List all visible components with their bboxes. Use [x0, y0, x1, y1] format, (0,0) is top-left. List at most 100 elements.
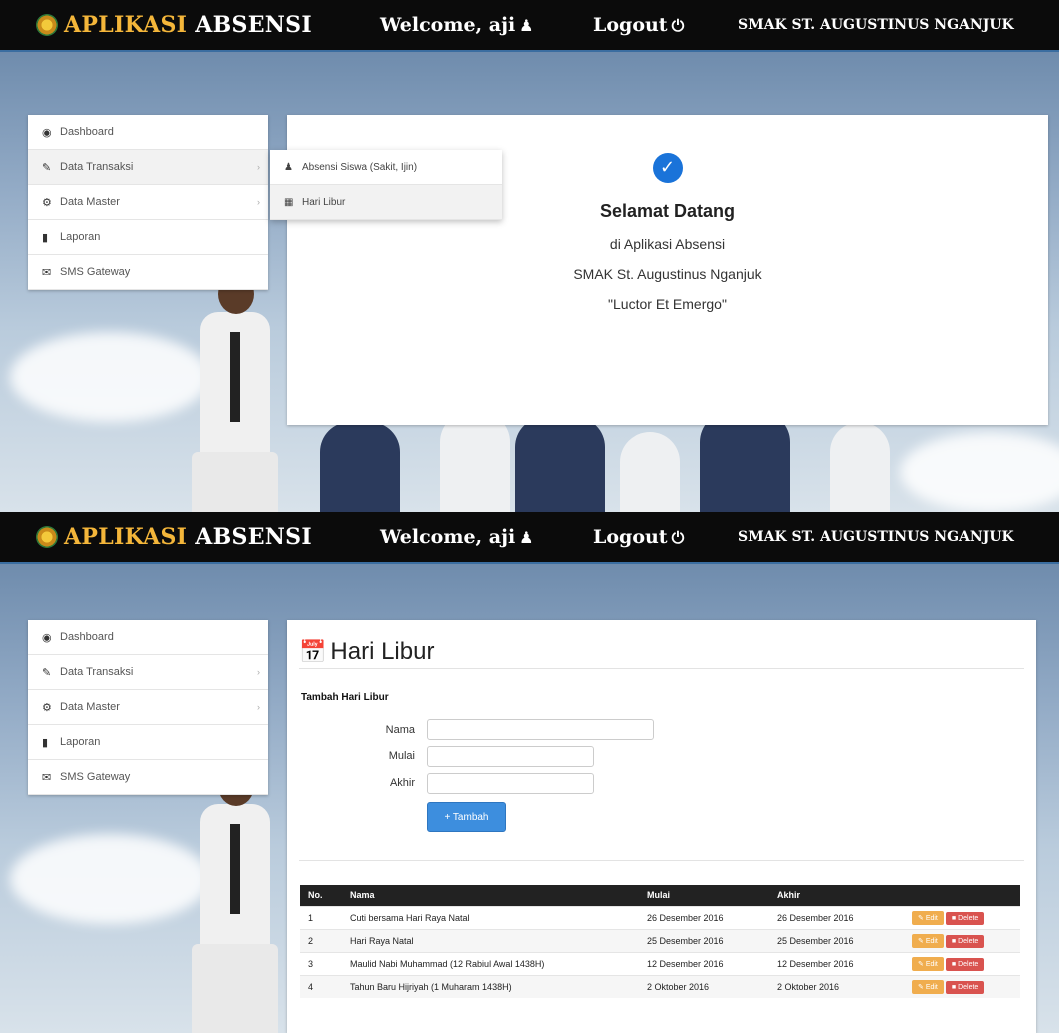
cell-mulai: 12 Desember 2016 [639, 951, 769, 975]
sidebar-item-sms-gateway[interactable]: ✉ SMS Gateway [28, 255, 268, 290]
cell-no: 4 [300, 974, 342, 998]
welcome-line-2: SMAK St. Augustinus Nganjuk [573, 266, 762, 282]
form-title: Tambah Hari Libur [301, 692, 389, 703]
data-transaksi-submenu: ♟ Absensi Siswa (Sakit, Ijin) ▦ Hari Lib… [270, 150, 502, 220]
table-row: 4 Tahun Baru Hijriyah (1 Muharam 1438H) … [300, 974, 1020, 998]
page-title: 📅 Hari Libur [299, 638, 435, 665]
sidebar-item-laporan[interactable]: ▮ Laporan [28, 725, 268, 760]
dashboard-icon: ◉ [42, 630, 52, 644]
column-header: No. [300, 885, 342, 906]
table-row: 3 Maulid Nabi Muhammad (12 Rabiul Awal 1… [300, 951, 1020, 975]
mulai-label: Mulai [388, 750, 415, 762]
sidebar-item-data-transaksi[interactable]: ✎ Data Transaksi › [28, 150, 268, 185]
school-logo-icon [36, 14, 58, 36]
cell-actions: ✎ Edit ■ Delete [904, 951, 1020, 975]
tambah-button[interactable]: + Tambah [427, 802, 506, 832]
chevron-right-icon: › [257, 667, 260, 677]
app-brand[interactable]: APLIKASI ABSENSI [36, 524, 312, 550]
book-icon: ▮ [42, 230, 49, 244]
cell-nama: Maulid Nabi Muhammad (12 Rabiul Awal 143… [342, 951, 639, 975]
cell-akhir: 2 Oktober 2016 [769, 974, 904, 998]
nama-label: Nama [385, 724, 415, 736]
envelope-icon: ✉ [42, 265, 52, 279]
table-row: 1 Cuti bersama Hari Raya Natal 26 Desemb… [300, 905, 1020, 929]
sidebar-item-data-master[interactable]: ⚙ Data Master › [28, 690, 268, 725]
table-header-row: No. Nama Mulai Akhir [300, 885, 1020, 906]
column-header [904, 885, 1020, 906]
student-figure [192, 766, 278, 1033]
dashboard-screenshot: APLIKASI ABSENSI Welcome, aji ♟ Logout ⏻ S… [0, 0, 1059, 512]
welcome-text: Welcome, aji ♟ [380, 14, 534, 36]
delete-button[interactable]: ■ Delete [945, 957, 985, 971]
submenu-item-hari-libur[interactable]: ▦ Hari Libur [270, 185, 502, 220]
cell-actions: ✎ Edit ■ Delete [904, 905, 1020, 929]
dashboard-icon: ◉ [42, 125, 52, 139]
cell-mulai: 25 Desember 2016 [639, 928, 769, 952]
cell-no: 3 [300, 951, 342, 975]
welcome-line-1: di Aplikasi Absensi [609, 236, 726, 252]
chevron-right-icon: › [257, 197, 260, 207]
calendar-icon: 📅 [299, 640, 327, 665]
delete-button[interactable]: ■ Delete [945, 934, 985, 948]
submenu-item-absensi-siswa[interactable]: ♟ Absensi Siswa (Sakit, Ijin) [270, 150, 502, 185]
cloud [10, 834, 210, 924]
sidebar-item-dashboard[interactable]: ◉ Dashboard [28, 115, 268, 150]
top-navbar: APLIKASI ABSENSI Welcome, aji ♟ Logout ⏻ S… [0, 0, 1059, 52]
power-icon: ⏻ [671, 16, 685, 35]
cell-akhir: 26 Desember 2016 [769, 905, 904, 929]
hari-libur-table: No. Nama Mulai Akhir 1 Cuti bersama Hari… [300, 885, 1020, 998]
power-icon: ⏻ [671, 528, 685, 547]
divider [299, 860, 1024, 861]
welcome-line-3: "Luctor Et Emergo" [608, 296, 727, 312]
column-header: Nama [342, 885, 639, 906]
book-icon: ▮ [42, 735, 49, 749]
user-icon: ♟ [284, 161, 293, 173]
nama-input[interactable] [427, 719, 654, 740]
mulai-input[interactable] [427, 746, 594, 767]
logout-link[interactable]: Logout ⏻ [593, 14, 684, 36]
cell-no: 1 [300, 905, 342, 929]
user-icon: ♟ [519, 528, 534, 547]
sidebar-item-dashboard[interactable]: ◉ Dashboard [28, 620, 268, 655]
hari-libur-panel: 📅 Hari Libur Tambah Hari Libur Nama Mulai… [287, 620, 1036, 1033]
chevron-right-icon: › [257, 162, 260, 172]
edit-button[interactable]: ✎ Edit [912, 933, 944, 948]
logout-link[interactable]: Logout ⏻ [593, 526, 684, 548]
delete-button[interactable]: ■ Delete [945, 911, 985, 925]
welcome-text: Welcome, aji ♟ [380, 526, 534, 548]
akhir-input[interactable] [427, 773, 594, 794]
user-icon: ♟ [519, 16, 534, 35]
edit-icon: ✎ [42, 665, 52, 679]
check-circle-icon: ✓ [652, 153, 683, 183]
cell-nama: Hari Raya Natal [342, 928, 639, 952]
sidebar-item-data-transaksi[interactable]: ✎ Data Transaksi › [28, 655, 268, 690]
table-row: 2 Hari Raya Natal 25 Desember 2016 25 De… [300, 928, 1020, 952]
gear-icon: ⚙ [42, 700, 52, 714]
gear-icon: ⚙ [42, 195, 52, 209]
divider [299, 668, 1024, 669]
akhir-label: Akhir [389, 777, 415, 789]
app-brand[interactable]: APLIKASI ABSENSI [36, 12, 312, 38]
sidebar-menu: ◉ Dashboard ✎ Data Transaksi › ⚙ Data Ma… [28, 115, 268, 290]
top-navbar: APLIKASI ABSENSI Welcome, aji ♟ Logout ⏻ S… [0, 512, 1059, 564]
column-header: Mulai [639, 885, 769, 906]
cell-mulai: 26 Desember 2016 [639, 905, 769, 929]
school-name: SMAK ST. AUGUSTINUS NGANJUK [738, 529, 1014, 545]
cell-akhir: 12 Desember 2016 [769, 951, 904, 975]
sidebar-item-laporan[interactable]: ▮ Laporan [28, 220, 268, 255]
school-name: SMAK ST. AUGUSTINUS NGANJUK [738, 17, 1014, 33]
edit-button[interactable]: ✎ Edit [912, 910, 944, 925]
column-header: Akhir [769, 885, 904, 906]
envelope-icon: ✉ [42, 770, 52, 784]
school-logo-icon [36, 526, 58, 548]
sidebar-item-sms-gateway[interactable]: ✉ SMS Gateway [28, 760, 268, 795]
cell-nama: Cuti bersama Hari Raya Natal [342, 905, 639, 929]
cell-no: 2 [300, 928, 342, 952]
chevron-right-icon: › [257, 702, 260, 712]
cell-nama: Tahun Baru Hijriyah (1 Muharam 1438H) [342, 974, 639, 998]
delete-button[interactable]: ■ Delete [945, 980, 985, 994]
sidebar-menu: ◉ Dashboard ✎ Data Transaksi › ⚙ Data Ma… [28, 620, 268, 795]
sidebar-item-data-master[interactable]: ⚙ Data Master › [28, 185, 268, 220]
edit-button[interactable]: ✎ Edit [912, 979, 944, 994]
edit-button[interactable]: ✎ Edit [912, 956, 944, 971]
